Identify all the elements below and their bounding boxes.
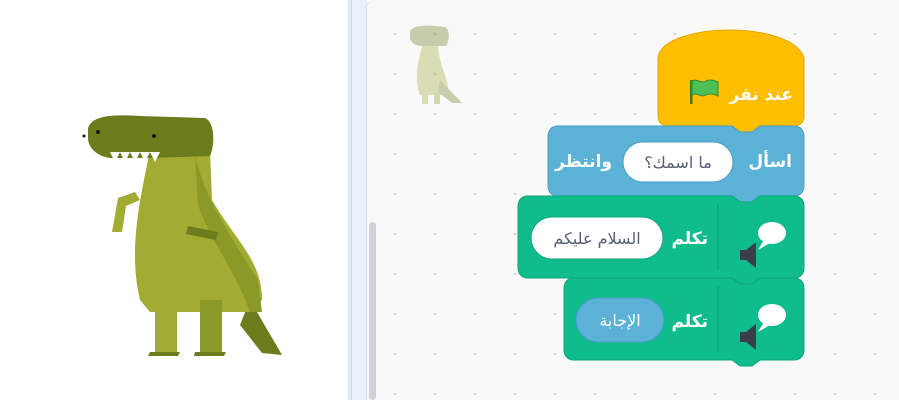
dinosaur-sprite-thumbnail <box>409 25 462 104</box>
answer-reporter-value: الإجابة <box>599 311 640 330</box>
ask-and-wait-block[interactable]: اسأل ما اسمك؟ وانتظر <box>547 125 805 203</box>
and-wait-label: وانتظر <box>554 152 612 172</box>
say-block-answer[interactable]: تكلم الإجابة <box>563 277 805 367</box>
when-flag-clicked-block[interactable]: عند نقر <box>657 29 805 133</box>
say-label-1: تكلم <box>671 229 708 249</box>
say-block-greeting[interactable]: تكلم السلام عليكم <box>517 195 805 285</box>
ask-question-value: ما اسمك؟ <box>644 153 712 172</box>
say-message-value: السلام عليكم <box>553 229 640 248</box>
script-canvas: عند نقر اسأل ما اسمك؟ وانتظر تكلم السلام… <box>409 25 805 367</box>
when-flag-clicked-label: عند نقر <box>729 85 793 105</box>
ask-label: اسأل <box>748 150 792 172</box>
say-label-2: تكلم <box>671 312 708 332</box>
